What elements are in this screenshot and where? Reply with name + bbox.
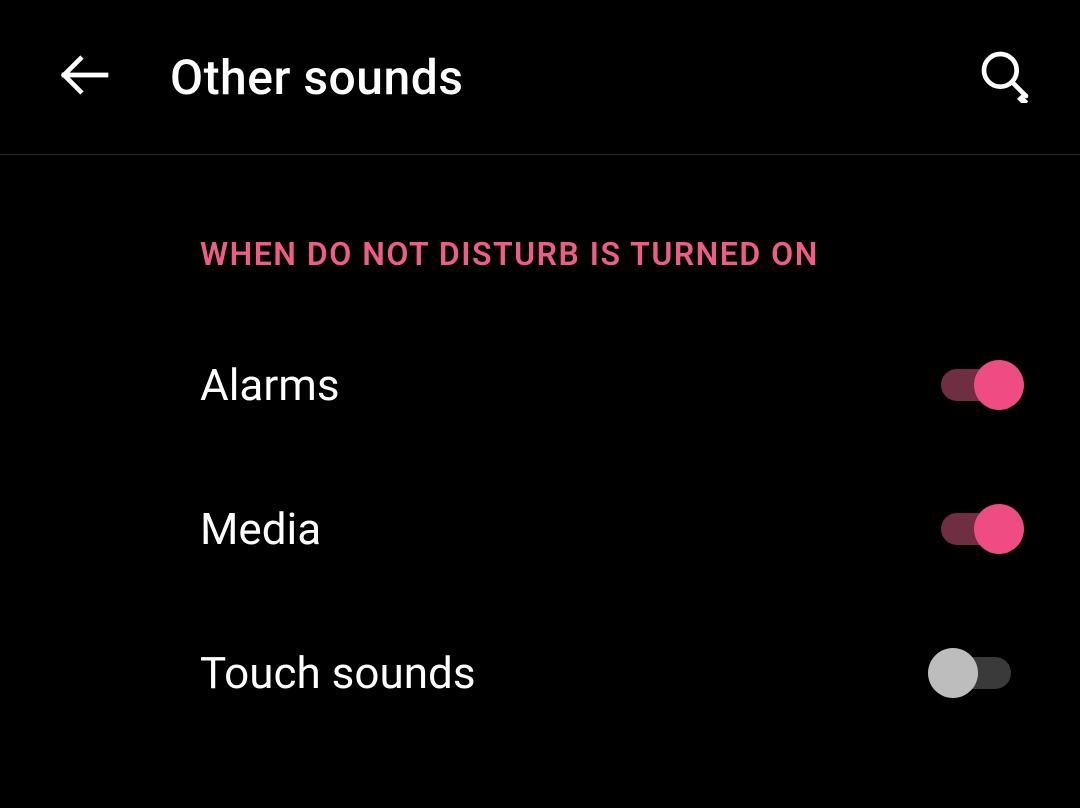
toggle-thumb — [974, 360, 1024, 410]
app-header: Other sounds — [0, 0, 1080, 155]
setting-row-alarms[interactable]: Alarms — [0, 313, 1080, 457]
page-title: Other sounds — [170, 49, 970, 106]
setting-label: Touch sounds — [200, 647, 476, 699]
toggle-alarms[interactable] — [932, 357, 1020, 413]
toggle-touch-sounds[interactable] — [932, 645, 1020, 701]
toggle-thumb — [928, 648, 978, 698]
setting-row-media[interactable]: Media — [0, 457, 1080, 601]
setting-row-touch-sounds[interactable]: Touch sounds — [0, 601, 1080, 745]
back-button[interactable] — [50, 42, 120, 112]
setting-label: Alarms — [200, 359, 340, 411]
content: WHEN DO NOT DISTURB IS TURNED ON Alarms … — [0, 155, 1080, 745]
search-icon — [977, 47, 1033, 107]
section-header: WHEN DO NOT DISTURB IS TURNED ON — [0, 215, 1080, 313]
toggle-media[interactable] — [932, 501, 1020, 557]
search-button[interactable] — [970, 42, 1040, 112]
setting-label: Media — [200, 503, 321, 555]
toggle-thumb — [974, 504, 1024, 554]
arrow-left-icon — [57, 47, 113, 107]
